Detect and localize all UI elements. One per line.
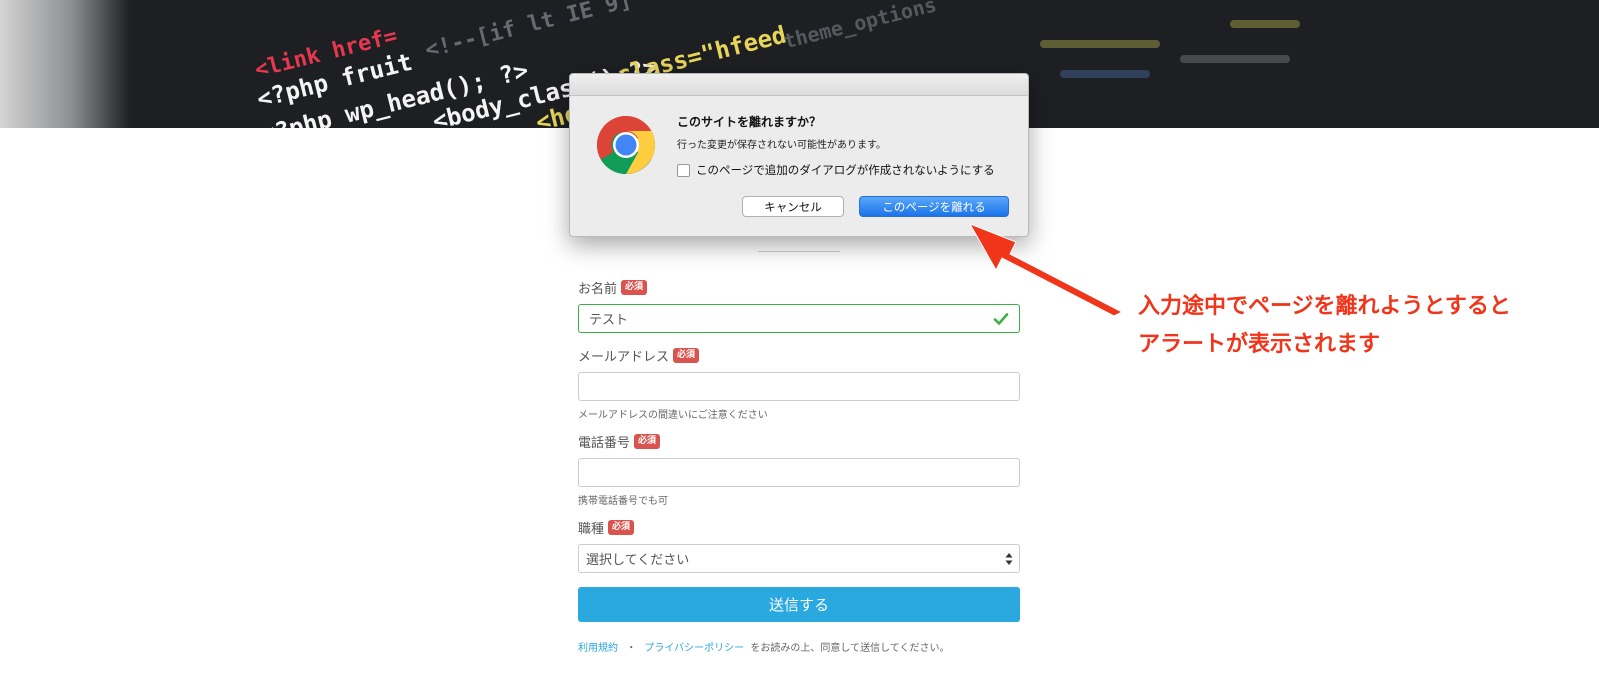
annotation-line-1: 入力途中でページを離れようとすると: [1138, 294, 1511, 319]
phone-label: 電話番号 必須: [578, 432, 661, 451]
email-help-text: メールアドレスの間違いにご注意ください: [578, 410, 768, 421]
dialog-title-bar: [570, 74, 1028, 96]
phone-field[interactable]: [578, 458, 1020, 487]
name-field[interactable]: テスト: [578, 304, 1020, 333]
leave-site-dialog: このサイトを離れますか？ 行った変更が保存されない可能性があります。 このページ…: [569, 73, 1029, 237]
annotation-line-2: アラートが表示されます: [1138, 332, 1381, 357]
required-badge: 必須: [673, 348, 700, 363]
leave-page-button[interactable]: このページを離れる: [859, 196, 1009, 217]
required-badge: 必須: [634, 434, 661, 449]
job-select[interactable]: 選択してください: [578, 544, 1020, 573]
job-label: 職種 必須: [578, 518, 635, 537]
chrome-icon: [597, 116, 655, 174]
code-line: theme_options: [781, 0, 939, 53]
suppress-dialog-checkbox[interactable]: [677, 163, 690, 177]
suppress-dialog-label: このページで追加のダイアログが作成されないようにする: [696, 163, 995, 177]
suppress-dialog-option[interactable]: このページで追加のダイアログが作成されないようにする: [677, 162, 995, 178]
required-badge: 必須: [608, 520, 635, 535]
privacy-policy-link[interactable]: プライバシーポリシー: [644, 643, 744, 654]
name-label: お名前 必須: [578, 278, 648, 297]
terms-link[interactable]: 利用規約: [578, 643, 618, 654]
dialog-message: 行った変更が保存されない可能性があります。: [677, 140, 886, 151]
annotation-text: 入力途中でページを離れようとすると アラートが表示されます: [1138, 288, 1511, 364]
annotation-arrow-icon: [970, 223, 1124, 317]
submit-button[interactable]: 送信する: [578, 587, 1020, 622]
agreement-message: をお読みの上、同意して送信してください。: [750, 643, 950, 654]
email-field[interactable]: [578, 372, 1020, 401]
dialog-title: このサイトを離れますか？: [677, 115, 822, 129]
link-separator: ・: [626, 643, 637, 654]
agreement-text: 利用規約 ・ プライバシーポリシー をお読みの上、同意して送信してください。: [578, 639, 949, 654]
cancel-button[interactable]: キャンセル: [742, 196, 844, 217]
section-divider: [758, 251, 840, 252]
required-badge: 必須: [621, 280, 648, 295]
phone-help-text: 携帯電話番号でも可: [578, 496, 668, 507]
email-label: メールアドレス 必須: [578, 346, 700, 365]
code-line: <!--[if lt IE 9]: [423, 0, 635, 63]
select-arrows-icon: [1005, 553, 1013, 565]
